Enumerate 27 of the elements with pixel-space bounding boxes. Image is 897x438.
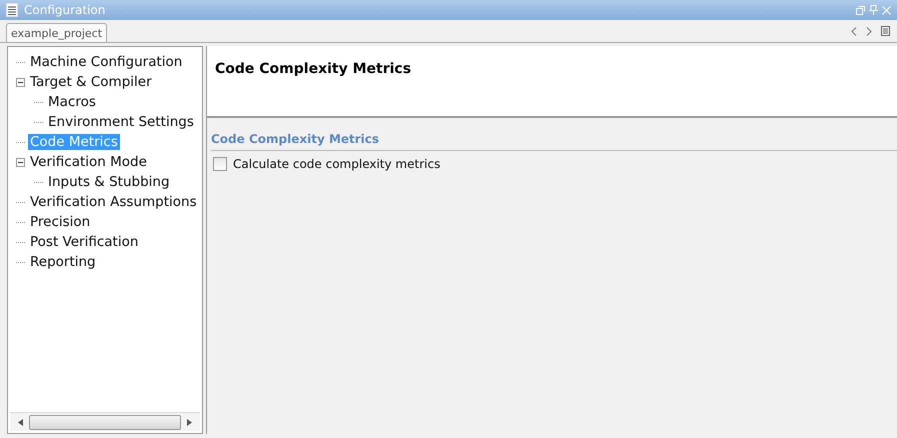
tree-item[interactable]: Verification Assumptions	[28, 194, 199, 210]
window-title: Configuration	[24, 3, 106, 17]
scroll-right-icon[interactable]	[187, 418, 192, 426]
pin-icon[interactable]	[869, 5, 878, 15]
tree-item[interactable]: Environment Settings	[46, 114, 196, 130]
horizontal-scrollbar[interactable]	[10, 412, 200, 431]
checkbox-label[interactable]: Calculate code complexity metrics	[233, 157, 440, 171]
section-title: Code Complexity Metrics	[211, 132, 897, 151]
document-icon	[6, 3, 18, 17]
scroll-thumb[interactable]	[29, 414, 181, 430]
collapse-icon[interactable]	[16, 78, 25, 86]
tree-item[interactable]: Target & Compiler	[28, 74, 154, 90]
tree-item[interactable]: Verification Mode	[28, 154, 149, 170]
checkbox[interactable]	[213, 157, 227, 171]
project-tab[interactable]: example_project	[6, 23, 108, 42]
restore-icon[interactable]	[856, 6, 865, 14]
page-title: Code Complexity Metrics	[215, 61, 412, 77]
close-icon[interactable]	[882, 6, 891, 14]
collapse-icon[interactable]	[16, 158, 25, 166]
tree-item[interactable]: Macros	[46, 94, 98, 110]
tree-item[interactable]: Post Verification	[28, 234, 140, 250]
tree-item[interactable]: Precision	[28, 214, 92, 230]
tree-item[interactable]: Machine Configuration	[28, 54, 184, 70]
scroll-left-icon[interactable]	[18, 418, 23, 426]
tree-item[interactable]: Inputs & Stubbing	[46, 174, 172, 190]
tree-item[interactable]: Reporting	[28, 254, 98, 270]
list-icon[interactable]	[881, 26, 890, 36]
